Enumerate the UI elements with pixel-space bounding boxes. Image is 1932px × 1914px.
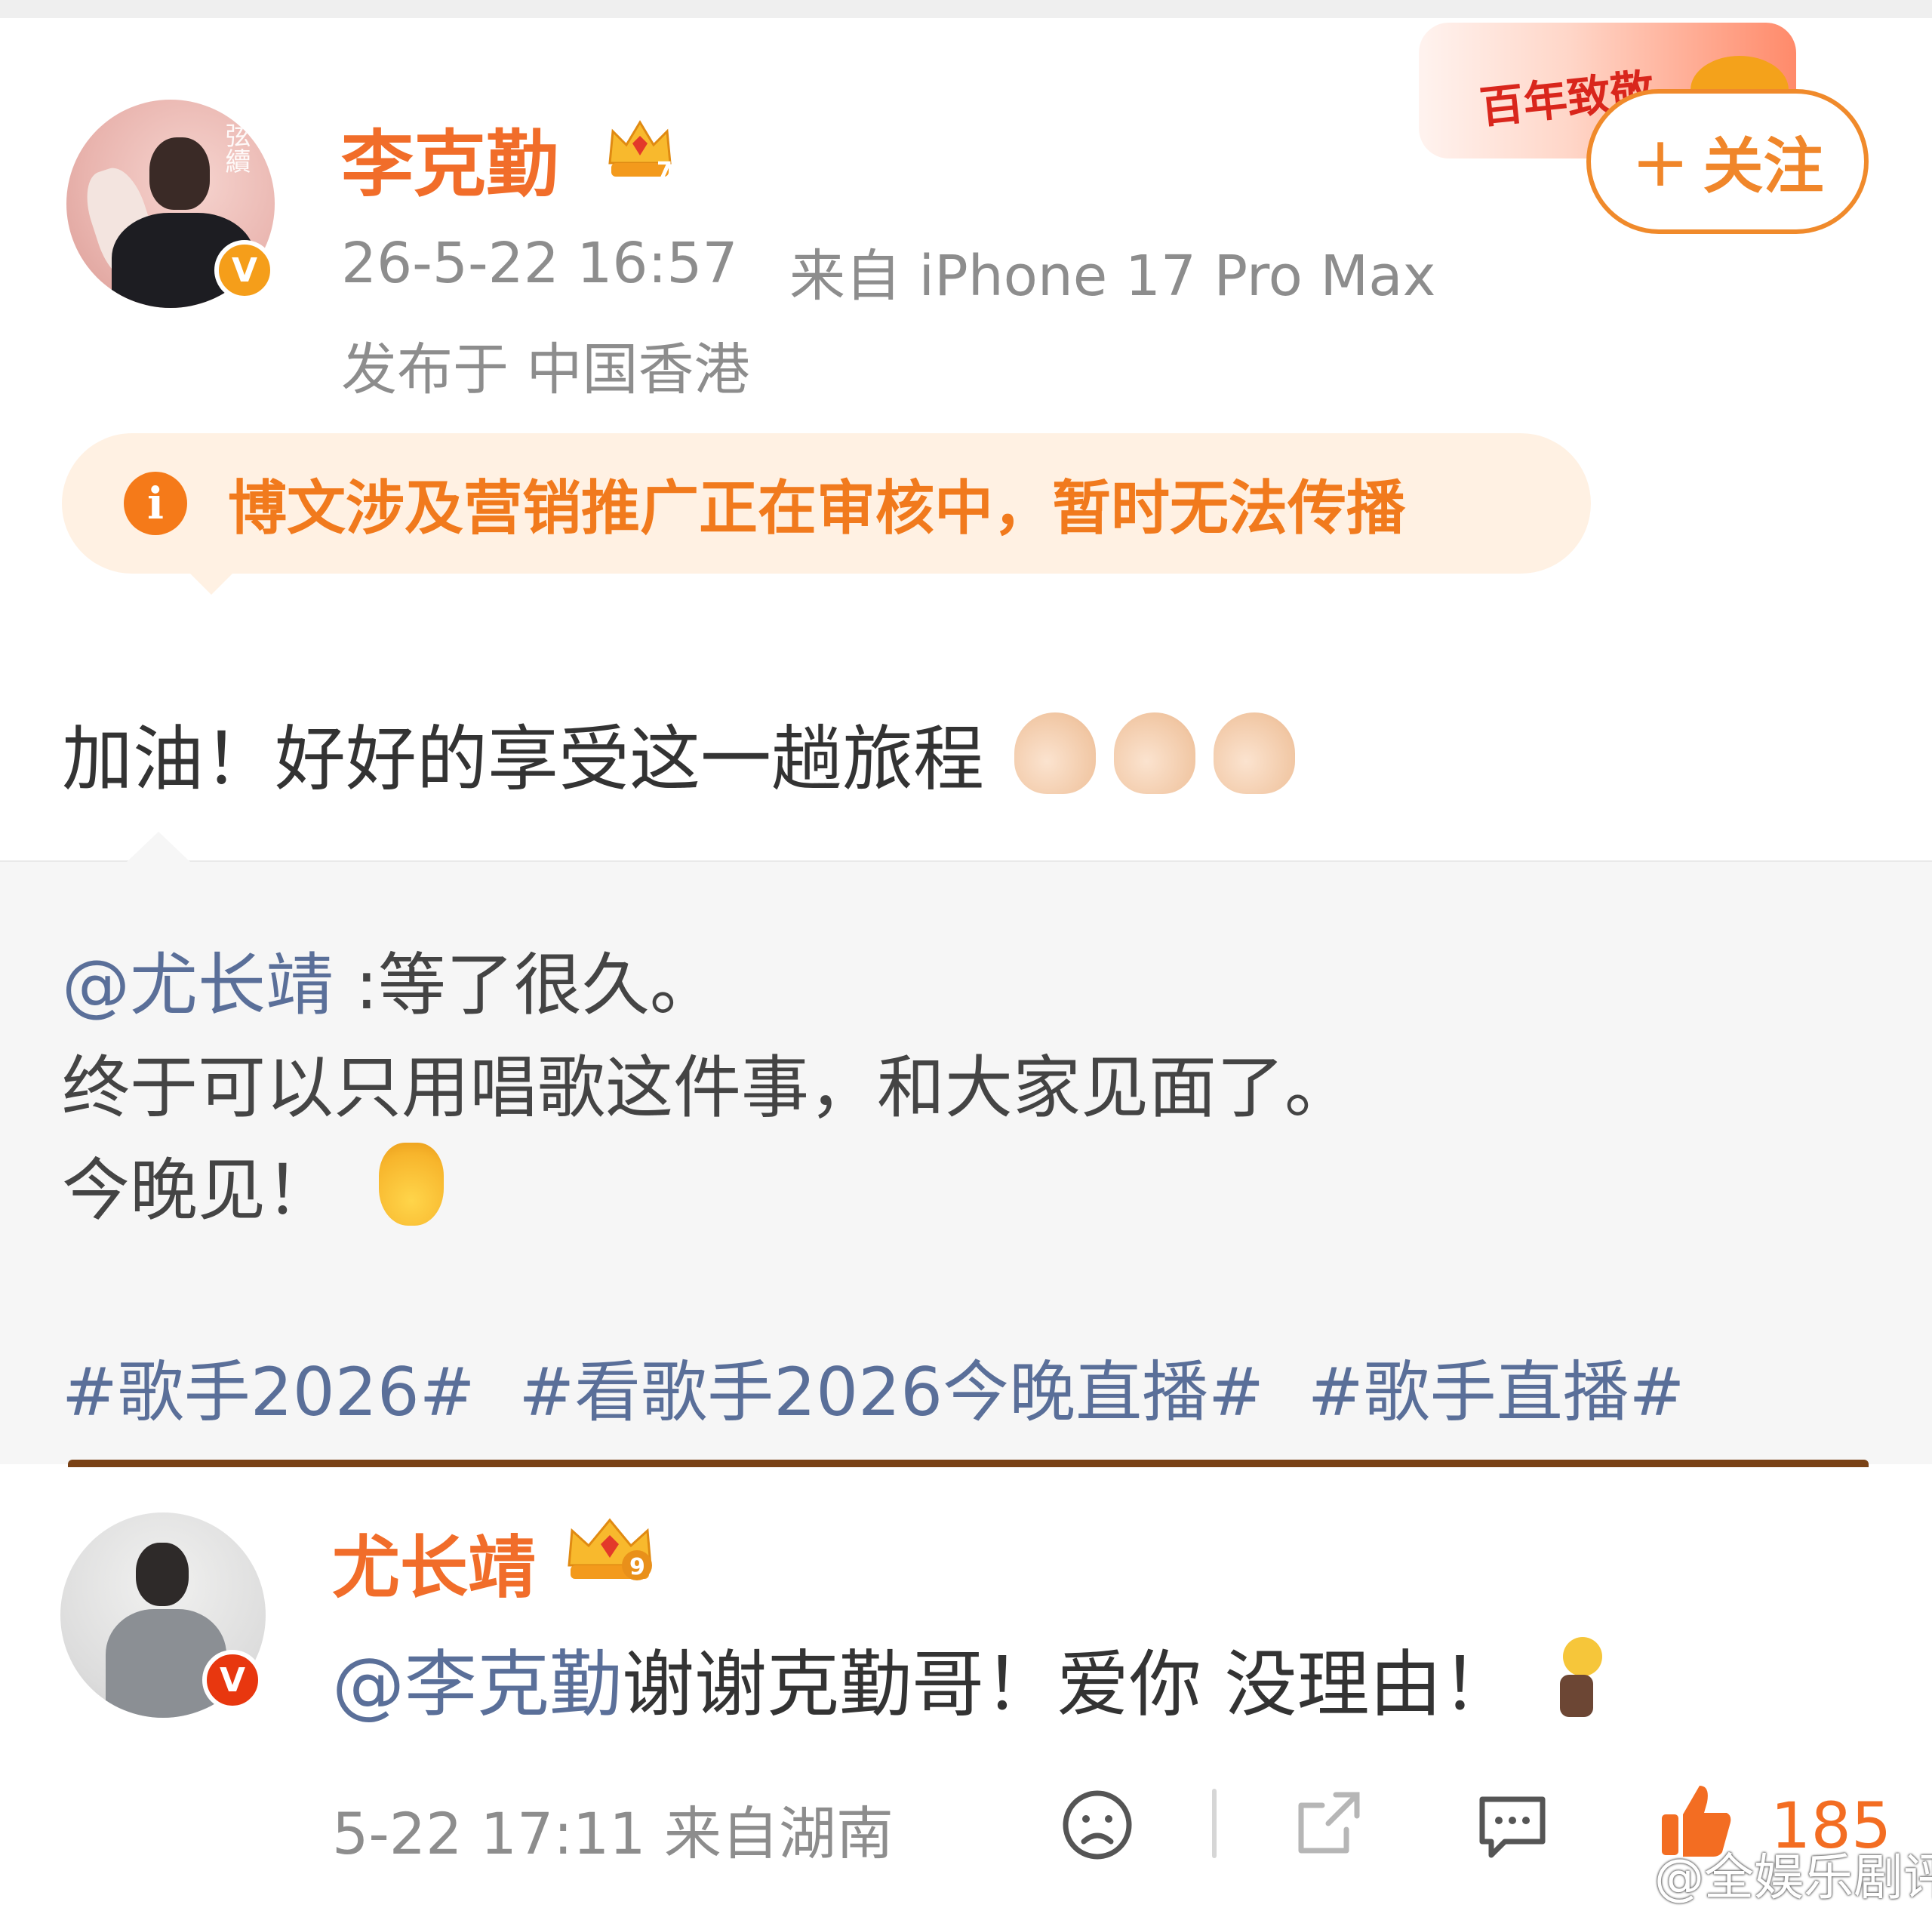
reply-mention-link[interactable]: @李克勤 bbox=[332, 1626, 622, 1731]
avatar-head-shape bbox=[149, 137, 210, 210]
crown-level-text: 9 bbox=[629, 1554, 645, 1580]
hashtag-row: #歌手2026# #看歌手2026今晚直播# #歌手直播# bbox=[62, 1339, 1707, 1435]
repost-line: 终于可以只用唱歌这件事，和大家见面了。 bbox=[62, 1048, 1352, 1128]
crown-level-text: 7 bbox=[657, 158, 672, 184]
crown-badge-icon[interactable]: 9 bbox=[558, 1511, 661, 1586]
watermark: @全娱乐剧评 bbox=[1573, 1837, 1932, 1909]
watermark-text: @全娱乐剧评 bbox=[1654, 1848, 1932, 1906]
repost-mention-link[interactable]: @尤长靖 bbox=[62, 946, 334, 1025]
reposted-content[interactable]: @尤长靖 :等了很久。 终于可以只用唱歌这件事，和大家见面了。 今晚见！ #歌手… bbox=[0, 832, 1932, 1464]
info-icon: i bbox=[124, 472, 187, 535]
victory-hand-icon bbox=[379, 1143, 444, 1226]
review-notice: i 博文涉及营销推广正在审核中，暂时无法传播 bbox=[62, 433, 1591, 595]
share-icon[interactable] bbox=[1291, 1786, 1366, 1861]
repost-line: 今晚见！ bbox=[62, 1135, 444, 1233]
post-source: 来自 iPhone 17 Pro Max bbox=[789, 244, 1436, 309]
review-notice-text: 博文涉及营销推广正在审核中，暂时无法传播 bbox=[228, 475, 1406, 543]
weibo-logo-icon bbox=[1575, 1854, 1641, 1897]
verified-badge-icon: V bbox=[202, 1650, 263, 1710]
hashtag-link[interactable]: #看歌手2026今晚直播# bbox=[518, 1353, 1263, 1431]
repost-line-text: :等了很久。 bbox=[334, 946, 718, 1025]
tiny-person-emoji-icon bbox=[1552, 1636, 1605, 1720]
reply-author-name[interactable]: 尤长靖 bbox=[332, 1512, 536, 1611]
hashtag-link[interactable]: #歌手2026# bbox=[62, 1353, 475, 1431]
avatar-decor-text: 弦續 bbox=[220, 122, 251, 174]
top-strip bbox=[0, 0, 1932, 18]
follow-label: 关注 bbox=[1703, 131, 1824, 202]
reply-body-text: 谢谢克勤哥！爱你 没理由！ bbox=[622, 1642, 1515, 1727]
post-location: 发布于 中国香港 bbox=[341, 337, 750, 402]
flexed-biceps-icon bbox=[1214, 712, 1296, 794]
post-body: 加油！好好的享受这一趟旅程 bbox=[62, 702, 1296, 805]
verified-badge-icon: V bbox=[214, 240, 275, 300]
reply-time-source: 5-22 17:11 来自湖南 bbox=[332, 1800, 894, 1867]
repost-line-text: 今晚见！ bbox=[62, 1151, 334, 1230]
plus-icon: + bbox=[1631, 121, 1690, 202]
post-body-text: 加油！好好的享受这一趟旅程 bbox=[62, 719, 985, 801]
post-time: 26-5-22 16:57 bbox=[341, 231, 738, 296]
crown-badge-icon[interactable]: 7 bbox=[602, 110, 678, 186]
emoji-group bbox=[1014, 712, 1296, 794]
action-divider bbox=[1212, 1789, 1217, 1858]
media-card-edge bbox=[68, 1460, 1869, 1467]
hashtag-link[interactable]: #歌手直播# bbox=[1308, 1353, 1684, 1431]
follow-button[interactable]: + 关注 bbox=[1586, 89, 1869, 234]
sad-face-icon[interactable] bbox=[1060, 1787, 1135, 1863]
comment-icon[interactable] bbox=[1475, 1789, 1550, 1861]
reply-body: @李克勤 谢谢克勤哥！爱你 没理由！ bbox=[332, 1626, 1605, 1731]
flexed-biceps-icon bbox=[1114, 712, 1196, 794]
repost-line: @尤长靖 :等了很久。 bbox=[62, 930, 718, 1028]
flexed-biceps-icon bbox=[1014, 712, 1097, 794]
author-name[interactable]: 李克勤 bbox=[341, 106, 558, 211]
weibo-screenshot: 弦續 V 李克勤 7 26-5-22 16:57 来自 iPhone 17 Pr… bbox=[0, 0, 1932, 1914]
avatar-head-shape bbox=[136, 1543, 189, 1606]
